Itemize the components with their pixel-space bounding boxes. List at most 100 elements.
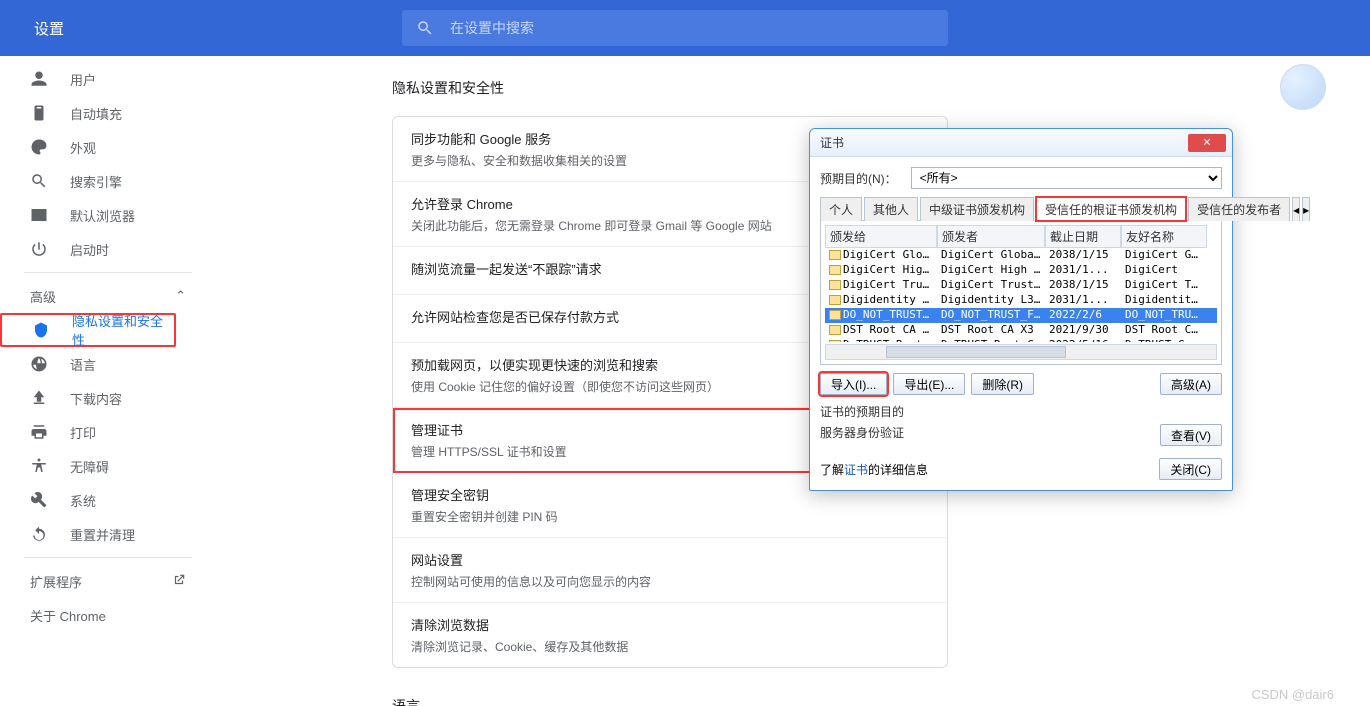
sidebar-item-label: 外观 [70, 138, 96, 157]
cert-purpose-heading: 证书的预期目的 [820, 403, 1222, 420]
sidebar-item-language[interactable]: 语言 [0, 347, 216, 381]
sidebar-item-label: 搜索引擎 [70, 172, 122, 191]
dialog-title: 证书 [820, 134, 1188, 151]
watermark: CSDN @dair6 [1251, 687, 1334, 702]
col-friendly[interactable]: 友好名称 [1121, 225, 1207, 248]
learn-prefix: 了解 [820, 461, 844, 478]
scrollbar-thumb[interactable] [886, 346, 1066, 358]
sidebar-item-label: 无障碍 [70, 457, 109, 476]
import-button[interactable]: 导入(I)... [820, 373, 887, 395]
sidebar-item-label: 语言 [70, 355, 96, 374]
sidebar-item-reset[interactable]: 重置并清理 [0, 517, 216, 551]
cert-row[interactable]: Digidentity L3 R...Digidentity L3 R...20… [825, 293, 1217, 308]
sidebar-item-about[interactable]: 关于 Chrome [0, 598, 216, 632]
col-issued-to[interactable]: 颁发给 [825, 225, 937, 248]
advanced-button[interactable]: 高级(A) [1160, 373, 1222, 395]
cert-list: 颁发给 颁发者 截止日期 友好名称 DigiCert Global ...Dig… [820, 220, 1222, 365]
certificates-dialog: 证书 ✕ 预期目的(N)： <所有> 个人 其他人 中级证书颁发机构 受信任的根… [809, 128, 1233, 491]
search-input[interactable] [450, 20, 934, 36]
row-title: 网站设置 [411, 550, 929, 569]
page-title: 设置 [34, 18, 64, 39]
sidebar-item-label: 默认浏览器 [70, 206, 135, 225]
row-site-settings[interactable]: 网站设置控制网站可使用的信息以及可向您显示的内容 [393, 538, 947, 603]
sidebar-item-autofill[interactable]: 自动填充 [0, 96, 216, 130]
sidebar-item-label: 隐私设置和安全性 [72, 311, 174, 349]
tab-others[interactable]: 其他人 [864, 197, 918, 221]
sidebar-advanced-toggle[interactable]: 高级 ⌃ [0, 279, 216, 313]
sidebar-item-label: 自动填充 [70, 104, 122, 123]
cert-row[interactable]: D-TRUST Root Cla...D-TRUST Root Cla...20… [825, 338, 1217, 342]
view-button[interactable]: 查看(V) [1160, 424, 1222, 446]
sidebar: 用户 自动填充 外观 搜索引擎 默认浏览器 启动时 高级 ⌃ 隐私设置和安全性 语… [0, 56, 216, 706]
sidebar-item-label: 系统 [70, 491, 96, 510]
col-expiry[interactable]: 截止日期 [1045, 225, 1121, 248]
cert-row[interactable]: DigiCert Trusted...DigiCert Trusted...20… [825, 278, 1217, 293]
section-title-privacy: 隐私设置和安全性 [392, 78, 1370, 98]
tab-personal[interactable]: 个人 [820, 197, 862, 221]
avatar[interactable] [1280, 64, 1326, 110]
sidebar-item-label: 启动时 [70, 240, 109, 259]
sidebar-item-print[interactable]: 打印 [0, 415, 216, 449]
purpose-select[interactable]: <所有> [911, 167, 1222, 189]
sidebar-item-label: 关于 Chrome [30, 606, 106, 625]
download-icon [30, 389, 48, 407]
divider [24, 557, 192, 558]
sidebar-item-search-engine[interactable]: 搜索引擎 [0, 164, 216, 198]
sidebar-item-label: 扩展程序 [30, 572, 82, 591]
sidebar-item-label: 用户 [70, 70, 96, 89]
search-icon [416, 19, 434, 37]
learn-suffix: 的详细信息 [868, 461, 928, 478]
restore-icon [30, 525, 48, 543]
palette-icon [30, 138, 48, 156]
cert-row[interactable]: DST Root CA X3DST Root CA X32021/9/30DST… [825, 323, 1217, 338]
dialog-titlebar[interactable]: 证书 ✕ [810, 129, 1232, 157]
row-title: 清除浏览数据 [411, 615, 929, 634]
sidebar-item-extensions[interactable]: 扩展程序 [0, 564, 216, 598]
delete-button[interactable]: 删除(R) [971, 373, 1034, 395]
accessibility-icon [30, 457, 48, 475]
globe-icon [30, 355, 48, 373]
sidebar-item-label: 打印 [70, 423, 96, 442]
horizontal-scrollbar[interactable] [825, 344, 1217, 360]
external-link-icon [172, 573, 186, 590]
tab-trusted-publishers[interactable]: 受信任的发布者 [1188, 197, 1290, 221]
sidebar-item-label: 高级 [30, 287, 56, 306]
wrench-icon [30, 491, 48, 509]
divider [24, 272, 192, 273]
clipboard-icon [30, 104, 48, 122]
sidebar-item-default-browser[interactable]: 默认浏览器 [0, 198, 216, 232]
cert-row[interactable]: DigiCert High As...DigiCert High As...20… [825, 263, 1217, 278]
chevron-up-icon: ⌃ [175, 288, 186, 304]
row-subtitle: 清除浏览记录、Cookie、缓存及其他数据 [411, 638, 929, 655]
magnify-icon [30, 172, 48, 190]
learn-cert-link[interactable]: 证书 [844, 461, 868, 478]
tab-trusted-root[interactable]: 受信任的根证书颁发机构 [1036, 197, 1186, 221]
search-box[interactable] [402, 10, 948, 46]
tab-scroll-right[interactable]: ▸ [1302, 197, 1310, 221]
dialog-close-button[interactable]: 关闭(C) [1159, 458, 1222, 480]
row-clear-data[interactable]: 清除浏览数据清除浏览记录、Cookie、缓存及其他数据 [393, 603, 947, 667]
tab-scroll-left[interactable]: ◂ [1292, 197, 1300, 221]
sidebar-item-privacy[interactable]: 隐私设置和安全性 [0, 313, 176, 347]
close-icon: ✕ [1202, 136, 1211, 149]
sidebar-item-startup[interactable]: 启动时 [0, 232, 216, 266]
sidebar-item-downloads[interactable]: 下载内容 [0, 381, 216, 415]
sidebar-item-user[interactable]: 用户 [0, 62, 216, 96]
cert-row[interactable]: DigiCert Global ...DigiCert Global ...20… [825, 248, 1217, 263]
tab-intermediate[interactable]: 中级证书颁发机构 [920, 197, 1034, 221]
print-icon [30, 423, 48, 441]
cert-row[interactable]: DO_NOT_TRUST_Fid...DO_NOT_TRUST_Fid...20… [825, 308, 1217, 323]
sidebar-item-label: 下载内容 [70, 389, 122, 408]
sidebar-item-system[interactable]: 系统 [0, 483, 216, 517]
section-title-language: 语言 [392, 696, 1370, 706]
browser-icon [30, 206, 48, 224]
col-issued-by[interactable]: 颁发者 [937, 225, 1045, 248]
cert-purpose-value: 服务器身份验证 [820, 424, 904, 446]
export-button[interactable]: 导出(E)... [893, 373, 965, 395]
shield-icon [32, 321, 50, 339]
close-button[interactable]: ✕ [1188, 134, 1226, 152]
sidebar-item-appearance[interactable]: 外观 [0, 130, 216, 164]
row-subtitle: 重置安全密钥并创建 PIN 码 [411, 508, 929, 525]
sidebar-item-accessibility[interactable]: 无障碍 [0, 449, 216, 483]
person-icon [30, 70, 48, 88]
